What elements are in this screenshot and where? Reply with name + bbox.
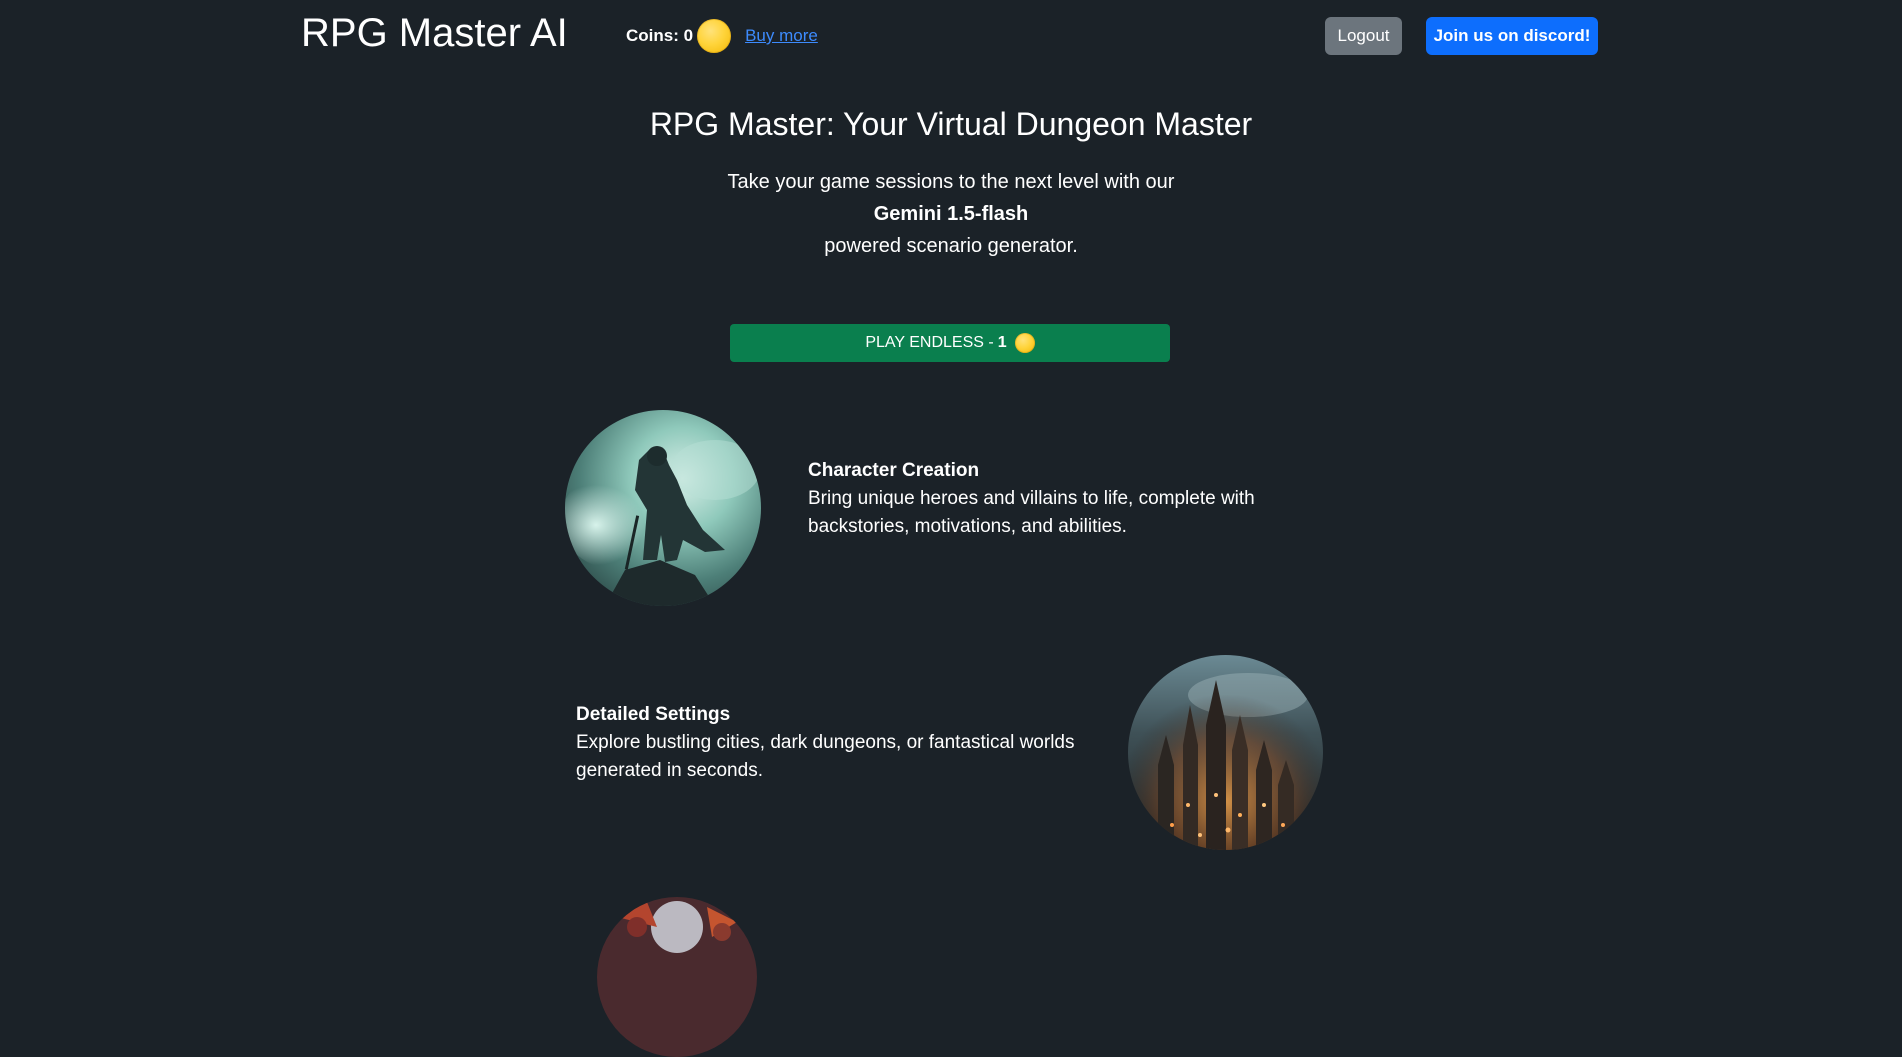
character-creation-title: Character Creation — [808, 460, 980, 481]
buy-more-link[interactable]: Buy more — [745, 26, 818, 46]
detailed-settings-title: Detailed Settings — [576, 704, 731, 725]
coin-icon — [1014, 333, 1035, 353]
navbar: RPG Master AI Coins: 0 Buy more Logout J… — [0, 0, 1902, 72]
character-creation-section: Character Creation Bring unique heroes a… — [808, 457, 1278, 541]
logout-button[interactable]: Logout — [1325, 17, 1402, 55]
detailed-settings-image — [1128, 655, 1323, 850]
hero-line-1: Take your game sessions to the next leve… — [727, 171, 1175, 193]
hero-model-name: Gemini 1.5-flash — [873, 203, 1029, 225]
third-feature-image — [597, 897, 757, 1057]
page-title: RPG Master: Your Virtual Dungeon Master — [649, 106, 1253, 142]
character-creation-description: Bring unique heroes and villains to life… — [808, 488, 1255, 537]
discord-button[interactable]: Join us on discord! — [1426, 17, 1598, 55]
hero-description: Take your game sessions to the next leve… — [0, 166, 1902, 262]
character-creation-image — [565, 410, 761, 606]
coin-icon — [697, 19, 732, 53]
detailed-settings-section: Detailed Settings Explore bustling citie… — [576, 701, 1096, 785]
detailed-settings-description: Explore bustling cities, dark dungeons, … — [576, 732, 1075, 781]
play-endless-label: PLAY ENDLESS - — [865, 334, 994, 351]
play-endless-cost: 1 — [997, 334, 1007, 351]
brand-logo[interactable]: RPG Master AI — [301, 8, 568, 58]
play-endless-button[interactable]: PLAY ENDLESS - 1 — [730, 324, 1170, 362]
coins-indicator: Coins: 0 Buy more — [626, 18, 818, 54]
coins-label: Coins: 0 — [626, 26, 694, 45]
hero-line-3: powered scenario generator. — [824, 235, 1078, 257]
